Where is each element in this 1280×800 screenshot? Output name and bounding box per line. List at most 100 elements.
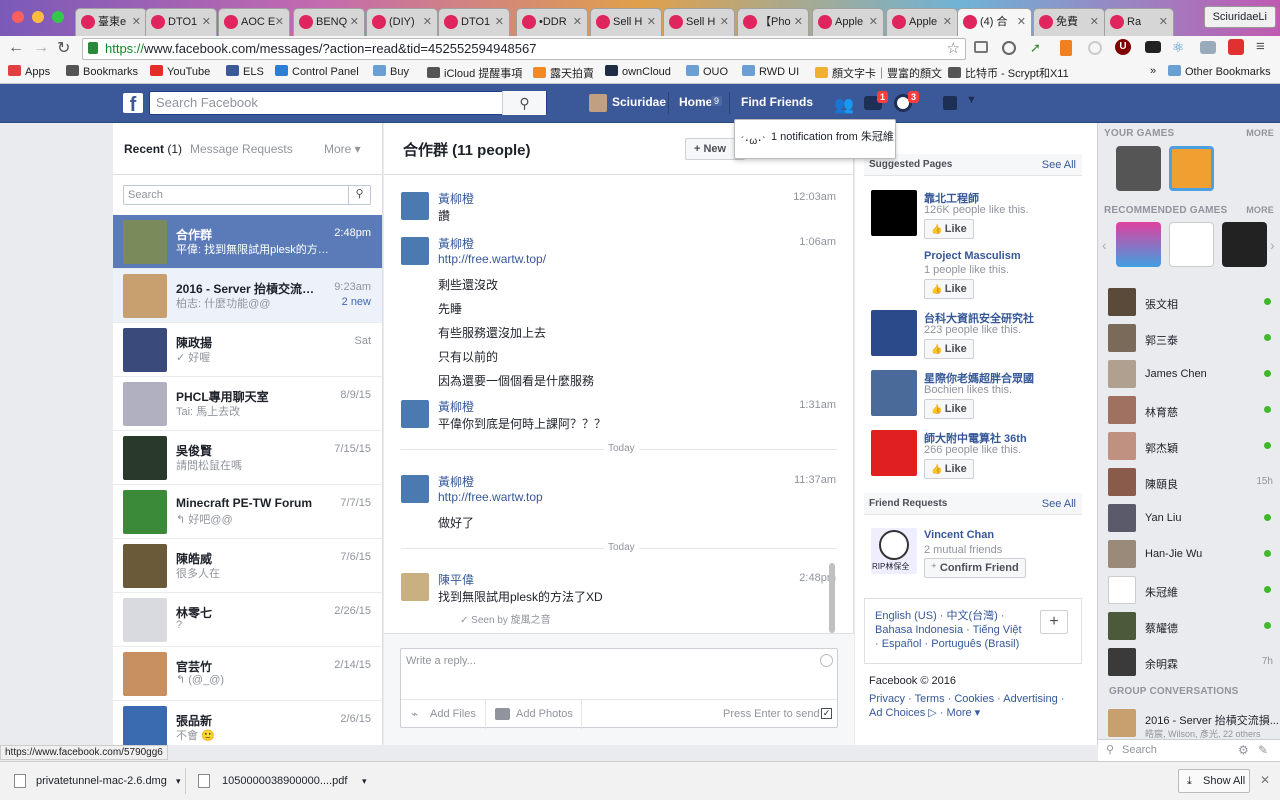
find-friends-link[interactable]: Find Friends [741,95,813,109]
message-avatar[interactable] [401,237,429,265]
close-downloads-icon[interactable]: ✕ [1260,773,1270,787]
emoji-icon[interactable] [820,654,833,667]
inbox-search-input[interactable]: Search ⚲ [123,185,371,205]
home-link[interactable]: Home [679,95,712,109]
tab-close-icon[interactable]: ✕ [423,9,432,35]
bookmark-item[interactable]: ownCloud [605,65,671,78]
message-scrollbar[interactable] [829,563,835,633]
chevron-left-icon[interactable]: ‹ [1102,237,1107,253]
conversation-item[interactable]: 合作群 平偉: 找到無限試用plesk的方法了.. 2:48pm [113,215,382,269]
download-menu-chevron-down-icon[interactable]: ▾ [176,768,181,794]
browser-tab[interactable]: Sell H ✕ [590,8,662,36]
privacy-shortcuts-icon[interactable] [943,96,957,110]
browser-tab[interactable]: 【Pho ✕ [737,8,809,36]
group-avatar[interactable] [1108,709,1136,737]
page-avatar[interactable] [871,190,917,236]
friend-request-name[interactable]: Vincent Chan [924,529,994,541]
message-sender[interactable]: 黃柳橙 [438,473,474,490]
account-menu-chevron-down-icon[interactable]: ▼ [966,94,977,106]
your-games-more-link[interactable]: MORE [1246,128,1274,138]
cast-icon[interactable] [974,41,988,53]
address-bar[interactable]: https://www.facebook.com/messages/?actio… [82,38,966,60]
like-page-button[interactable]: 👍 Like [924,339,974,359]
tetris-game-icon[interactable] [1116,222,1161,267]
zoom-window-icon[interactable] [52,11,64,23]
extension-red-icon[interactable] [1228,39,1244,55]
tab-close-icon[interactable]: ✕ [869,9,878,35]
chat-friend[interactable]: 余明霖 7h [1108,648,1273,678]
close-window-icon[interactable] [12,11,24,23]
friend-request-avatar[interactable]: RIP林保全 [871,528,917,574]
conversation-item[interactable]: 吳俊賢 請問松鼠在嗎 7/15/15 [113,431,382,485]
bookmark-item[interactable]: YouTube [150,65,210,78]
confirm-friend-button[interactable]: ⁺ Confirm Friend [924,558,1026,578]
cookie-game-icon[interactable] [1169,146,1214,191]
notification-popup[interactable]: ´･ω･` 1 notification from 朱冠維 [734,119,896,159]
reply-input[interactable]: Write a reply... [406,655,476,667]
see-all-requests-link[interactable]: See All [1042,498,1076,510]
chat-friend[interactable]: 蔡耀德 [1108,612,1273,642]
search-icon[interactable]: ⚲ [502,91,546,115]
extension-note-icon[interactable] [1060,40,1072,56]
press-enter-checkbox[interactable]: ✓ [821,708,832,719]
like-page-button[interactable]: 👍 Like [924,459,974,479]
tab-close-icon[interactable]: ✕ [794,9,803,35]
minimize-window-icon[interactable] [32,11,44,23]
tab-close-icon[interactable]: ✕ [495,9,504,35]
message-avatar[interactable] [401,192,429,220]
chat-friend[interactable]: Han-Jie Wu [1108,540,1273,570]
tab-close-icon[interactable]: ✕ [647,9,656,35]
compose-icon[interactable]: ✎ [1258,743,1268,757]
browser-tab[interactable]: Sell H ✕ [663,8,735,36]
bookmark-item[interactable]: 比特币 - Scrypt和X11 [948,65,1069,81]
search-icon[interactable]: ⚲ [348,185,370,205]
friend-requests-icon[interactable]: 👥 [834,95,854,115]
tab-close-icon[interactable]: ✕ [573,9,582,35]
tab-message-requests[interactable]: Message Requests [190,142,293,156]
page-avatar[interactable] [871,250,917,296]
tab-close-icon[interactable]: ✕ [720,9,729,35]
conversation-item[interactable]: 陳皓威 很多人在 7/6/15 [113,539,382,593]
language-links[interactable]: English (US) · 中文(台灣) · Bahasa Indonesia… [875,609,1025,651]
conversation-item[interactable]: 張品新 不會 🙂 2/6/15 [113,701,382,745]
ublock-icon[interactable]: U [1115,39,1131,55]
forward-icon[interactable]: → [33,39,49,57]
conversation-item[interactable]: 林零七? 2/26/15 [113,593,382,647]
browser-tab[interactable]: Ra ✕ [1104,8,1174,36]
like-page-button[interactable]: 👍 Like [924,219,974,239]
agario-game-icon[interactable] [1169,222,1214,267]
chat-friend[interactable]: 張文相 [1108,288,1273,318]
browser-tab[interactable]: 臺東e ✕ [75,8,147,36]
message-link[interactable]: http://free.wartw.top [438,490,543,504]
footer-links[interactable]: Privacy · Terms · Cookies · Advertising … [869,692,1074,720]
game-icon[interactable] [1222,222,1267,267]
bookmark-item[interactable]: Apps [8,65,50,78]
extension-arrow-icon[interactable]: ➚ [1030,40,1041,56]
facebook-search-input[interactable]: Search Facebook ⚲ [149,91,547,115]
conversation-item[interactable]: 官芸竹 ↰ (@_@) 2/14/15 [113,647,382,701]
chat-friend[interactable]: 林育慈 [1108,396,1273,426]
message-sender[interactable]: 黃柳橙 [438,190,474,207]
message-link[interactable]: http://free.wartw.top/ [438,252,546,266]
browser-tab[interactable]: AOC E ✕ [218,8,290,36]
reload-icon[interactable]: ↻ [57,38,70,58]
tab-close-icon[interactable]: ✕ [350,9,359,35]
page-avatar[interactable] [871,430,917,476]
message-avatar[interactable] [401,475,429,503]
chat-friend[interactable]: 陳頤良 15h [1108,468,1273,498]
tab-close-icon[interactable]: ✕ [1159,9,1168,35]
tab-more[interactable]: More ▾ [324,142,361,156]
group-name[interactable]: 2016 - Server 抬槓交流損... [1145,712,1279,728]
bookmark-item[interactable]: ELS [226,65,264,78]
conversation-item[interactable]: Minecraft PE-TW Forum ↰ 好吧@@ 7/7/15 [113,485,382,539]
message-avatar[interactable] [401,400,429,428]
download-menu-chevron-down-icon[interactable]: ▾ [362,768,367,794]
user-avatar[interactable] [589,94,607,112]
back-icon[interactable]: ← [8,39,24,57]
chat-friend[interactable]: 郭三泰 [1108,324,1273,354]
like-page-button[interactable]: 👍 Like [924,399,974,419]
chat-friend[interactable]: James Chen [1108,360,1273,390]
tab-close-icon[interactable]: ✕ [1090,9,1099,35]
conversation-item[interactable]: 陳政揚 ✓ 好喔 Sat [113,323,382,377]
camera-icon[interactable] [1200,41,1216,54]
